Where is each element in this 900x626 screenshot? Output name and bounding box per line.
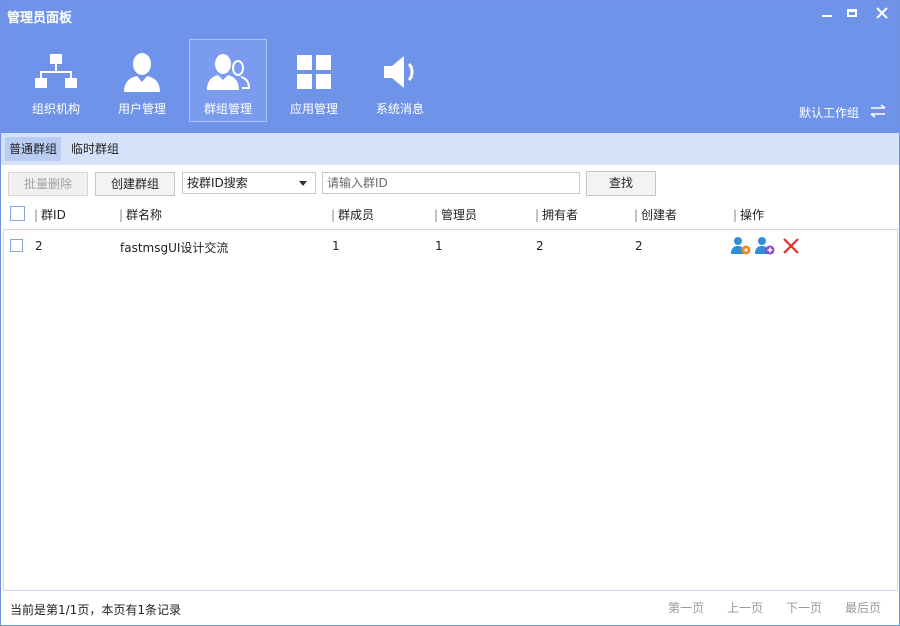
close-button[interactable] <box>869 3 895 23</box>
cell-creator: 2 <box>635 239 643 253</box>
header-bar: 管理员面板 组织机构 用户管理 群组管理 应用管理 系统消息 默认工作组 <box>1 1 899 133</box>
col-owner: | 拥有者 <box>535 208 579 222</box>
cell-admins: 1 <box>435 239 443 253</box>
table-body <box>3 229 898 591</box>
apps-grid-icon <box>297 55 331 89</box>
user-icon <box>124 53 160 92</box>
minimize-icon <box>822 15 832 17</box>
first-page-link[interactable]: 第一页 <box>668 599 704 616</box>
col-admins: | 管理员 <box>434 208 478 222</box>
col-members: | 群成员 <box>331 208 375 222</box>
chevron-down-icon <box>299 181 307 186</box>
nav-apps-label: 应用管理 <box>289 102 338 116</box>
group-type-tabs: 普通群组 临时群组 <box>1 133 899 165</box>
maximize-icon <box>847 9 857 17</box>
nav-messages[interactable]: 系统消息 <box>361 39 439 122</box>
org-chart-icon <box>35 54 77 88</box>
nav-groups[interactable]: 群组管理 <box>189 39 267 122</box>
tab-normal-groups[interactable]: 普通群组 <box>5 137 62 161</box>
minimize-button[interactable] <box>814 3 840 23</box>
cell-members: 1 <box>332 239 340 253</box>
find-button[interactable]: 查找 <box>586 171 656 196</box>
window-title: 管理员面板 <box>7 11 73 26</box>
col-creator: | 创建者 <box>634 208 678 222</box>
prev-page-link[interactable]: 上一页 <box>727 599 763 616</box>
last-page-link[interactable]: 最后页 <box>845 599 881 616</box>
speaker-icon <box>384 56 414 88</box>
cell-owner: 2 <box>536 239 544 253</box>
cell-group-id: 2 <box>35 239 43 253</box>
group-id-search-input[interactable] <box>322 172 580 194</box>
cell-group-name: fastmsgUI设计交流 <box>120 241 229 255</box>
workgroup-label: 默认工作组 <box>799 106 860 120</box>
nav-users[interactable]: 用户管理 <box>103 39 181 122</box>
delete-group-icon[interactable] <box>781 236 801 256</box>
nav-apps[interactable]: 应用管理 <box>275 39 353 122</box>
create-group-button[interactable]: 创建群组 <box>95 172 175 196</box>
group-icon <box>207 54 250 90</box>
search-mode-select[interactable]: 按群ID搜索 <box>182 172 316 194</box>
row-checkbox[interactable] <box>10 239 23 252</box>
batch-delete-button[interactable]: 批量删除 <box>8 172 88 196</box>
tab-temp-groups[interactable]: 临时群组 <box>67 137 123 161</box>
col-actions: | 操作 <box>733 208 765 222</box>
admin-panel-window: 管理员面板 组织机构 用户管理 群组管理 应用管理 系统消息 默认工作组 普通群… <box>0 0 900 626</box>
search-mode-value: 按群ID搜索 <box>187 176 248 190</box>
close-icon <box>876 7 888 19</box>
nav-messages-label: 系统消息 <box>375 102 424 116</box>
group-settings-icon[interactable] <box>731 236 751 256</box>
nav-org-label: 组织机构 <box>31 102 80 116</box>
col-group-id: | 群ID <box>34 208 66 222</box>
nav-users-label: 用户管理 <box>117 102 166 116</box>
nav-org[interactable]: 组织机构 <box>17 39 95 122</box>
col-group-name: | 群名称 <box>119 208 163 222</box>
switch-icon[interactable] <box>870 104 886 118</box>
select-all-checkbox[interactable] <box>10 206 25 221</box>
maximize-button[interactable] <box>839 3 865 23</box>
nav-groups-label: 群组管理 <box>203 102 252 116</box>
page-status: 当前是第1/1页，本页有1条记录 <box>10 603 181 617</box>
add-member-icon[interactable] <box>755 236 775 256</box>
main-nav: 组织机构 用户管理 群组管理 应用管理 系统消息 <box>17 39 447 122</box>
next-page-link[interactable]: 下一页 <box>786 599 822 616</box>
